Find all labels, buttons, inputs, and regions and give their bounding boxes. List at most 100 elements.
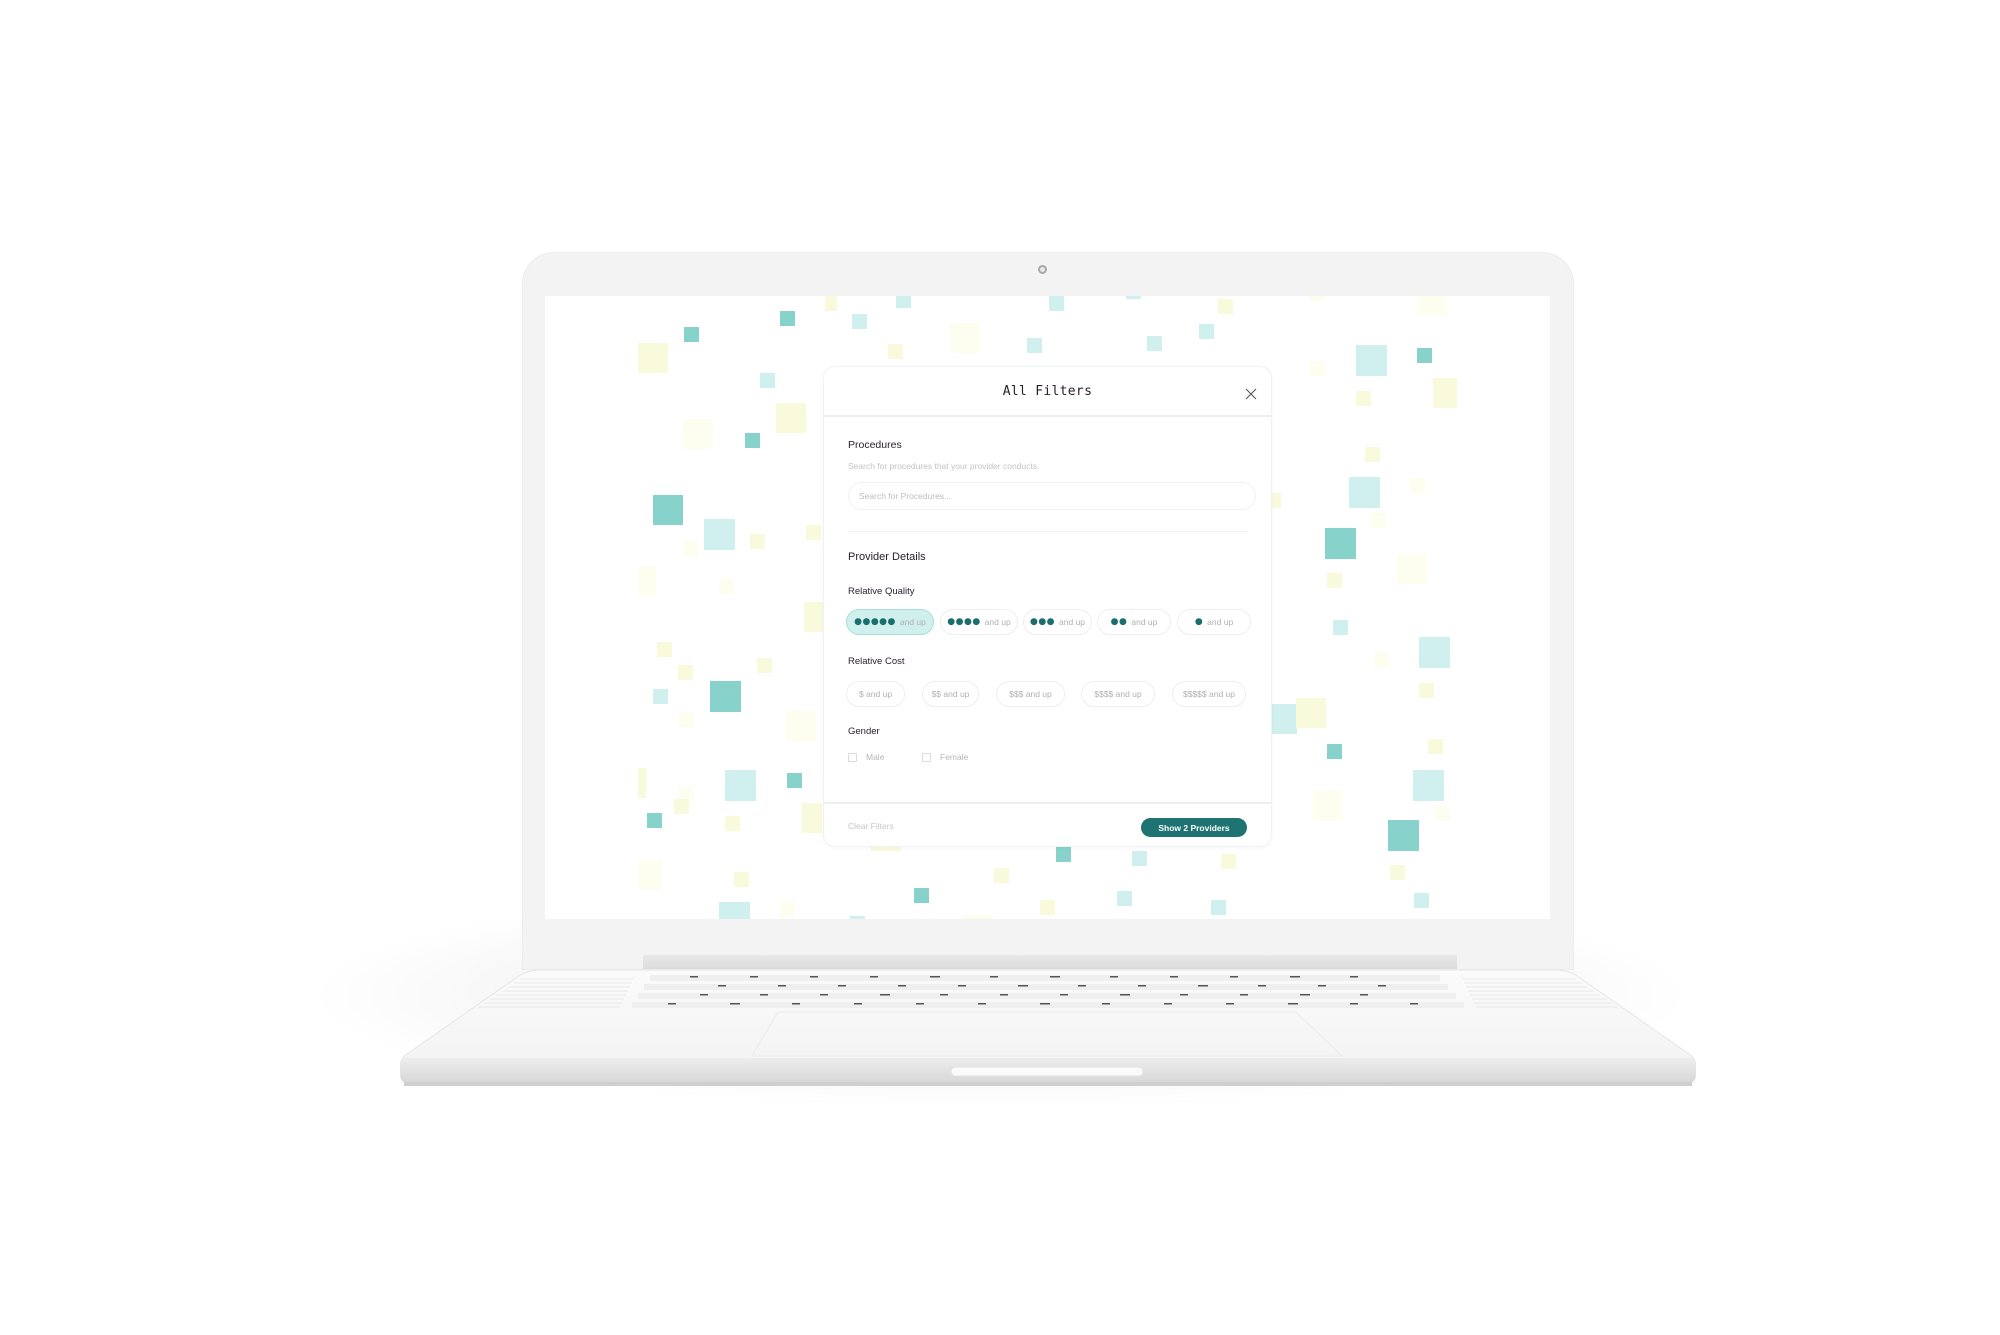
background-square [1365, 447, 1380, 462]
checkbox-icon[interactable] [922, 752, 931, 762]
quality-option-1[interactable]: ● and up [1177, 609, 1251, 635]
procedures-search-input[interactable] [848, 482, 1256, 510]
background-square [1428, 739, 1443, 754]
quality-option-5[interactable]: ●●●●● and up [846, 609, 934, 635]
provider-details-heading: Provider Details [848, 551, 926, 563]
background-square [1397, 554, 1427, 584]
background-square [1417, 348, 1432, 363]
laptop-base [400, 968, 1696, 1088]
background-square [1147, 336, 1162, 351]
background-square [1049, 296, 1064, 311]
background-square [647, 813, 662, 828]
gender-male-label: Male [866, 752, 885, 762]
quality-option-label: and up [899, 617, 926, 627]
relative-cost-label: Relative Cost [848, 656, 905, 667]
checkbox-icon[interactable] [848, 752, 857, 762]
laptop-base-drawing [400, 969, 1696, 1086]
close-button[interactable] [1245, 387, 1257, 400]
background-square [802, 803, 822, 833]
background-square [1296, 698, 1326, 728]
quality-option-4[interactable]: ●●●● and up [940, 609, 1018, 635]
background-square [1410, 478, 1425, 493]
background-square [1117, 891, 1132, 906]
background-square [1371, 513, 1386, 528]
close-icon [1245, 388, 1257, 400]
background-square [710, 681, 741, 712]
background-square [1310, 296, 1325, 301]
gender-female-checkbox[interactable]: Female [922, 752, 968, 762]
background-square [734, 872, 749, 887]
background-square [1199, 324, 1214, 339]
procedures-help-text: Search for procedures that your provider… [848, 461, 1040, 471]
background-square [850, 916, 865, 919]
background-square [804, 602, 824, 632]
background-square [896, 296, 911, 308]
quality-dots: ●●●●● [854, 617, 896, 627]
quality-option-label: and up [1059, 617, 1086, 627]
modal-header: All Filters [824, 367, 1271, 417]
modal-title: All Filters [1002, 384, 1093, 399]
laptop-hinge [643, 955, 1457, 969]
webcam-icon [1038, 265, 1047, 274]
background-square [684, 541, 699, 556]
background-square [638, 860, 662, 890]
background-square [638, 566, 656, 596]
background-square [1419, 683, 1434, 698]
background-square [1333, 620, 1348, 635]
background-square [1221, 854, 1236, 869]
gender-male-checkbox[interactable]: Male [848, 752, 884, 762]
background-square [1325, 528, 1356, 559]
procedures-label: Procedures [848, 439, 902, 451]
background-square [750, 534, 765, 549]
background-square [725, 770, 756, 801]
quality-option-label: and up [984, 617, 1011, 627]
background-square [1390, 865, 1405, 880]
background-square [1132, 851, 1147, 866]
cost-option-2[interactable]: $$ and up [922, 681, 979, 707]
background-square [657, 642, 672, 657]
background-square [888, 344, 903, 359]
clear-filters-link[interactable]: Clear Filters [848, 821, 894, 831]
background-square [1126, 296, 1141, 299]
cost-option-5[interactable]: $$$$$ and up [1172, 681, 1246, 707]
background-square [994, 868, 1009, 883]
relative-quality-options: ●●●●● and up ●●●● and up ●●● and up ●● a… [846, 609, 1256, 635]
background-square [653, 495, 683, 525]
quality-dots: ●●● [1029, 617, 1056, 627]
background-square [1211, 900, 1226, 915]
cost-option-1[interactable]: $ and up [846, 681, 905, 707]
section-divider [848, 531, 1248, 532]
background-square [1419, 637, 1450, 668]
background-square [679, 712, 694, 727]
background-square [1327, 744, 1342, 759]
quality-option-3[interactable]: ●●● and up [1023, 609, 1092, 635]
background-square [1413, 770, 1444, 801]
background-square [1313, 791, 1343, 821]
background-square [1349, 477, 1380, 508]
background-square [683, 419, 713, 449]
background-square [1218, 299, 1233, 314]
background-square [653, 689, 668, 704]
quality-dots: ●● [1110, 617, 1128, 627]
show-providers-button[interactable]: Show 2 Providers [1141, 818, 1247, 837]
background-square [1271, 704, 1297, 734]
background-square [719, 902, 750, 919]
quality-option-2[interactable]: ●● and up [1097, 609, 1171, 635]
background-square [950, 323, 980, 353]
background-square [786, 711, 816, 741]
background-square [1056, 847, 1071, 862]
cost-option-3[interactable]: $$$ and up [996, 681, 1065, 707]
cost-option-4[interactable]: $$$$ and up [1081, 681, 1155, 707]
background-square [806, 525, 821, 540]
background-square [963, 915, 993, 919]
background-square [684, 327, 699, 342]
background-square [852, 314, 867, 329]
quality-option-label: and up [1207, 617, 1234, 627]
background-square [825, 296, 837, 311]
background-square [678, 665, 693, 680]
background-square [1327, 573, 1342, 588]
background-square [780, 311, 795, 326]
gender-label: Gender [848, 726, 880, 737]
quality-dots: ●●●● [947, 617, 981, 627]
background-square [1356, 345, 1387, 376]
